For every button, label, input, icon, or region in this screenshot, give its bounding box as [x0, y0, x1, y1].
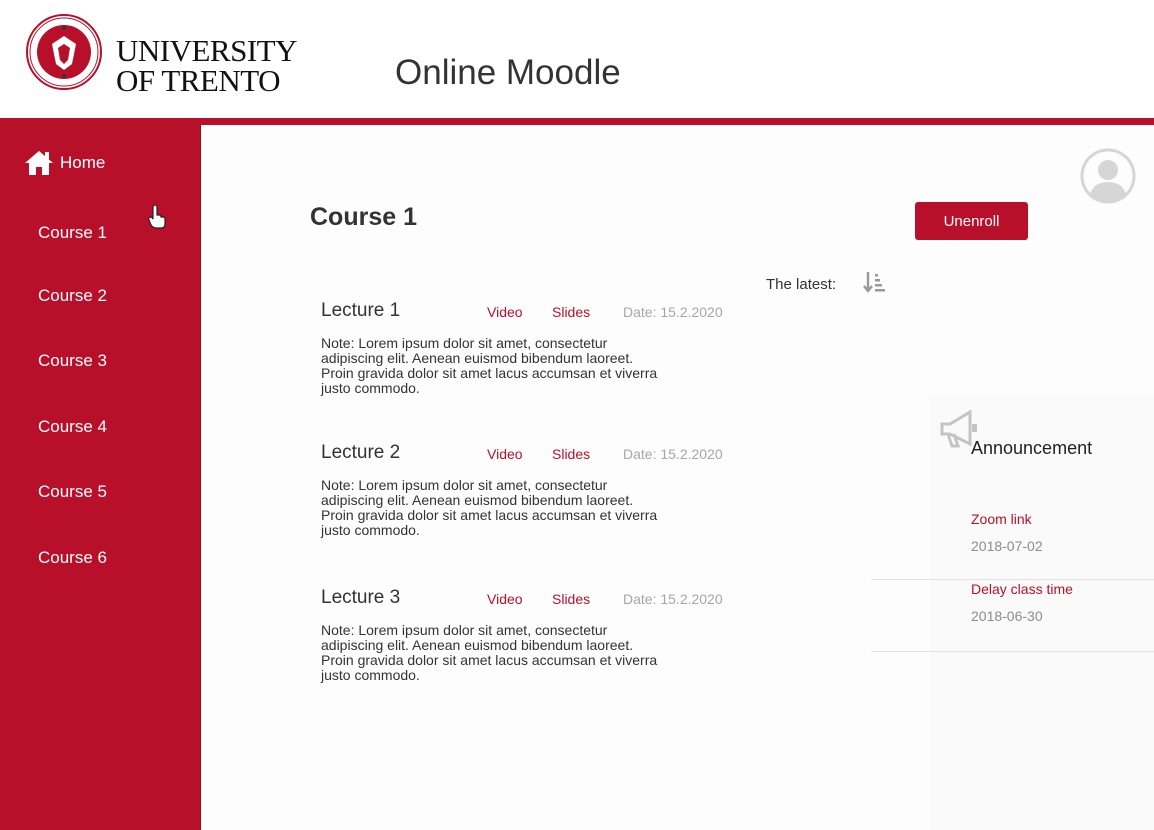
sort-label: The latest:: [766, 276, 837, 293]
lecture-slides-link[interactable]: Slides: [552, 591, 590, 607]
announcement-link[interactable]: Zoom link: [971, 511, 1032, 527]
sidebar-item-course-2[interactable]: Course 2: [38, 286, 107, 306]
logo-line-1: UNIVERSITY: [116, 33, 298, 68]
header: UNIVERSITY OF TRENTO Online Moodle: [0, 0, 1154, 118]
sidebar-item-course-1[interactable]: Course 1: [38, 223, 107, 243]
lecture-date: Date: 15.2.2020: [623, 304, 723, 320]
lecture-video-link[interactable]: Video: [487, 591, 523, 607]
lecture-title: Lecture 3: [321, 587, 401, 608]
sort-descending-icon[interactable]: [862, 270, 890, 296]
lecture-date: Date: 15.2.2020: [623, 446, 723, 462]
announcement-title: Announcement: [971, 438, 1093, 458]
lecture-title: Lecture 1: [321, 300, 401, 321]
sidebar-item-course-5[interactable]: Course 5: [38, 482, 107, 502]
lecture-note: Note: Lorem ipsum dolor sit amet, consec…: [321, 622, 658, 683]
university-logo[interactable]: UNIVERSITY OF TRENTO: [26, 14, 298, 100]
announcement-link[interactable]: Delay class time: [971, 581, 1073, 597]
announcement-divider: [871, 579, 1154, 580]
sidebar-item-course-4[interactable]: Course 4: [38, 417, 107, 437]
university-name: UNIVERSITY OF TRENTO: [116, 33, 298, 98]
sidebar-item-home-label: Home: [60, 153, 106, 172]
lecture-slides-link[interactable]: Slides: [552, 304, 590, 320]
hand-cursor-icon: [148, 205, 166, 229]
lecture-video-link[interactable]: Video: [487, 446, 523, 462]
header-accent-bar: [0, 118, 1154, 125]
sidebar-item-home[interactable]: Home: [24, 149, 105, 177]
sidebar-item-course-6[interactable]: Course 6: [38, 548, 107, 568]
lecture-note: Note: Lorem ipsum dolor sit amet, consec…: [321, 477, 658, 538]
announcement-date: 2018-07-02: [971, 538, 1043, 554]
university-seal-icon: [26, 14, 102, 90]
app-title: Online Moodle: [395, 53, 621, 92]
unenroll-button[interactable]: Unenroll: [915, 202, 1028, 240]
home-icon: [25, 151, 53, 175]
user-avatar-icon[interactable]: [1080, 148, 1136, 204]
announcement-date: 2018-06-30: [971, 608, 1043, 624]
sidebar-item-course-3[interactable]: Course 3: [38, 351, 107, 371]
lecture-date: Date: 15.2.2020: [623, 591, 723, 607]
lecture-note: Note: Lorem ipsum dolor sit amet, consec…: [321, 335, 658, 396]
lecture-title: Lecture 2: [321, 442, 401, 463]
course-title: Course 1: [310, 203, 417, 231]
announcement-divider: [871, 651, 1154, 652]
logo-line-2: OF TRENTO: [116, 63, 281, 98]
lecture-slides-link[interactable]: Slides: [552, 446, 590, 462]
lecture-video-link[interactable]: Video: [487, 304, 523, 320]
sidebar: Home Course 1 Course 2 Course 3 Course 4…: [0, 125, 201, 830]
